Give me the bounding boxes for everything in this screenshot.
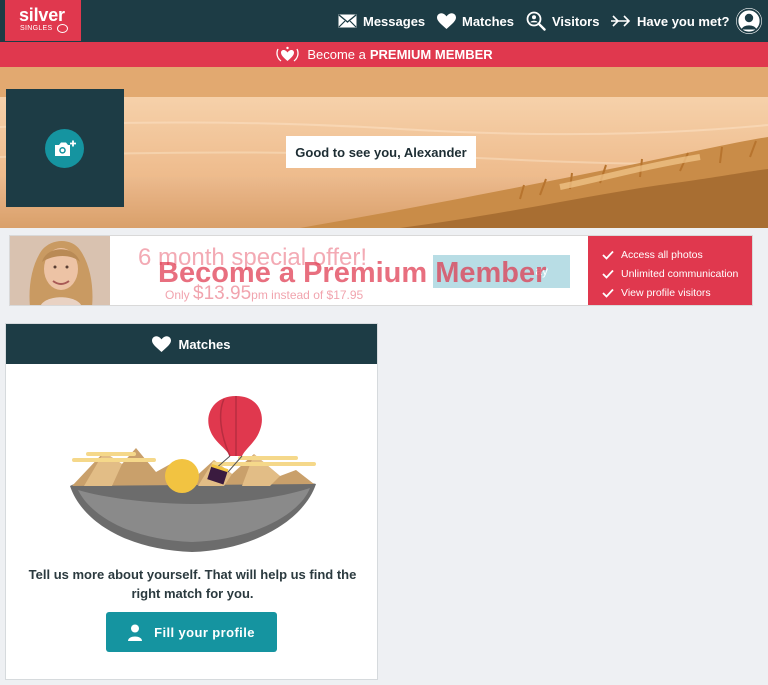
camera-plus-icon xyxy=(54,140,76,156)
profile-photo-placeholder[interactable] xyxy=(6,89,124,207)
checkmark-icon xyxy=(602,250,614,260)
heart-icon xyxy=(152,335,172,352)
profile-prompt-message: Tell us more about yourself. That will h… xyxy=(28,567,357,601)
banner-price: Only $13.95pm instead of $17.95 xyxy=(165,283,363,305)
arrows-icon xyxy=(611,15,631,27)
matches-card: Matches Tell us more about yourself. Tha… xyxy=(5,323,378,680)
user-avatar[interactable] xyxy=(736,8,762,34)
greeting-message: Good to see you, Alexander xyxy=(286,136,476,168)
envelope-icon xyxy=(338,14,357,28)
user-silhouette-icon xyxy=(736,8,762,34)
fill-profile-button[interactable]: Fill your profile xyxy=(106,612,277,652)
banner-price-amount: $13.95 xyxy=(193,283,252,304)
checkmark-icon xyxy=(602,288,614,298)
heart-icon xyxy=(437,12,456,29)
silver-singles-logo[interactable]: silver SINGLES xyxy=(5,0,81,41)
nav-messages[interactable]: Messages xyxy=(338,11,425,31)
nav-visitors-label: Visitors xyxy=(552,13,600,29)
benefit-label: View profile visitors xyxy=(621,286,711,299)
benefit-item: Access all photos xyxy=(588,245,752,264)
logo-wordmark: silver xyxy=(19,5,65,25)
nav-visitors[interactable]: Visitors xyxy=(526,11,599,31)
premium-strip-emphasis: PREMIUM MEMBER xyxy=(369,47,493,62)
nav-have-you-met-label: Have you met? xyxy=(637,13,730,29)
banner-price-prefix: Only xyxy=(165,288,190,302)
benefit-item: View profile visitors xyxy=(588,283,752,302)
nav-have-you-met[interactable]: Have you met? xyxy=(610,11,729,31)
banner-woman-photo xyxy=(10,236,110,305)
premium-strip-prefix: Become a xyxy=(307,47,366,62)
logo-tagline: SINGLES xyxy=(20,25,53,32)
hot-air-balloon-illustration xyxy=(70,396,316,552)
premium-upsell-strip[interactable]: Become a PREMIUM MEMBER xyxy=(0,42,768,67)
checkmark-icon xyxy=(602,269,614,279)
top-navigation: silver SINGLES Messages Matches Visitors… xyxy=(0,0,768,42)
fill-profile-label: Fill your profile xyxy=(154,624,255,640)
premium-benefits-list: Access all photos Unlimited communicatio… xyxy=(588,236,752,305)
matches-card-title: Matches xyxy=(178,336,231,352)
nav-matches-label: Matches xyxy=(462,13,515,29)
benefit-label: Unlimited communication xyxy=(621,267,739,280)
add-photo-button[interactable] xyxy=(45,129,84,168)
nav-messages-label: Messages xyxy=(363,13,426,29)
benefit-label: Access all photos xyxy=(621,248,703,261)
nav-matches[interactable]: Matches xyxy=(437,11,514,31)
person-icon xyxy=(128,624,143,641)
logo-ring-icon xyxy=(57,24,68,33)
visitor-magnifier-icon xyxy=(526,11,546,31)
premium-offer-banner[interactable]: 6 month special offer! ay Become a Premi… xyxy=(9,235,753,306)
hearts-laurel-icon xyxy=(276,46,299,62)
banner-price-suffix: pm instead of $17.95 xyxy=(251,288,364,302)
matches-card-header: Matches xyxy=(6,324,377,364)
benefit-item: Unlimited communication xyxy=(588,264,752,283)
